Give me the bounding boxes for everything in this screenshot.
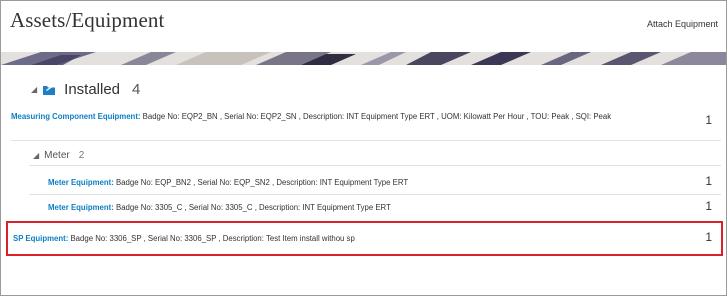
list-item: Meter Equipment: Badge No: 3305_C , Seri… <box>48 202 668 213</box>
assets-equipment-panel: Assets/Equipment Attach Equipment ◢ Inst… <box>0 0 727 296</box>
list-item: SP Equipment: Badge No: 3306_SP , Serial… <box>13 233 355 244</box>
row-quantity: 1 <box>705 199 712 213</box>
meter-equipment-link[interactable]: Meter Equipment: <box>48 178 114 187</box>
row-details: Badge No: 3305_C , Serial No: 3305_C , D… <box>113 203 391 212</box>
folder-icon <box>42 83 56 96</box>
attach-equipment-link[interactable]: Attach Equipment <box>647 19 718 29</box>
page-title: Assets/Equipment <box>10 8 165 32</box>
installed-section-header[interactable]: ◢ Installed 4 <box>31 81 140 98</box>
decorative-banner <box>1 52 726 65</box>
list-item: Measuring Component Equipment: Badge No:… <box>11 111 691 122</box>
divider <box>29 194 721 195</box>
list-item: Meter Equipment: Badge No: EQP_BN2 , Ser… <box>48 177 668 188</box>
meter-count: 2 <box>78 150 85 161</box>
installed-label: Installed <box>64 81 121 98</box>
meter-label: Meter <box>44 150 70 161</box>
measuring-component-equipment-link[interactable]: Measuring Component Equipment: <box>11 112 141 121</box>
installed-count: 4 <box>132 81 141 98</box>
divider <box>11 140 721 141</box>
sp-equipment-link[interactable]: SP Equipment: <box>13 234 68 243</box>
row-details: Badge No: 3306_SP , Serial No: 3306_SP ,… <box>68 234 355 243</box>
divider <box>29 165 721 166</box>
meter-equipment-link[interactable]: Meter Equipment: <box>48 203 114 212</box>
caret-down-icon[interactable]: ◢ <box>31 85 37 94</box>
row-quantity: 1 <box>705 230 712 244</box>
caret-down-icon[interactable]: ◢ <box>33 151 39 160</box>
row-details: Badge No: EQP2_BN , Serial No: EQP2_SN ,… <box>140 112 612 121</box>
row-quantity: 1 <box>705 113 712 127</box>
meter-group-header[interactable]: ◢ Meter 2 <box>33 150 84 161</box>
row-details: Badge No: EQP_BN2 , Serial No: EQP_SN2 ,… <box>113 178 409 187</box>
row-quantity: 1 <box>705 174 712 188</box>
